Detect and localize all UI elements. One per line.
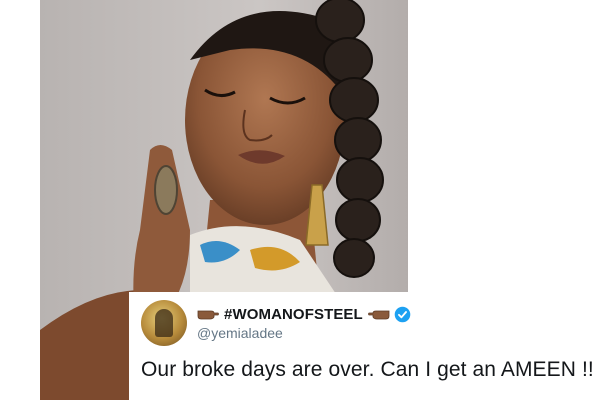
author-handle[interactable]: @yemialadee	[197, 325, 283, 341]
avatar[interactable]	[141, 300, 187, 346]
tweet-author-row: #WOMANOFSTEEL	[197, 304, 411, 324]
tweet-card: #WOMANOFSTEEL @yemialadee Our broke days…	[129, 292, 600, 400]
verified-badge-icon	[394, 306, 411, 323]
backhand-index-pointing-right-icon	[197, 308, 219, 320]
author-display-name[interactable]: #WOMANOFSTEEL	[224, 306, 363, 323]
tweet-text: Our broke days are over. Can I get an AM…	[141, 358, 594, 381]
backhand-index-pointing-left-icon	[367, 308, 390, 320]
